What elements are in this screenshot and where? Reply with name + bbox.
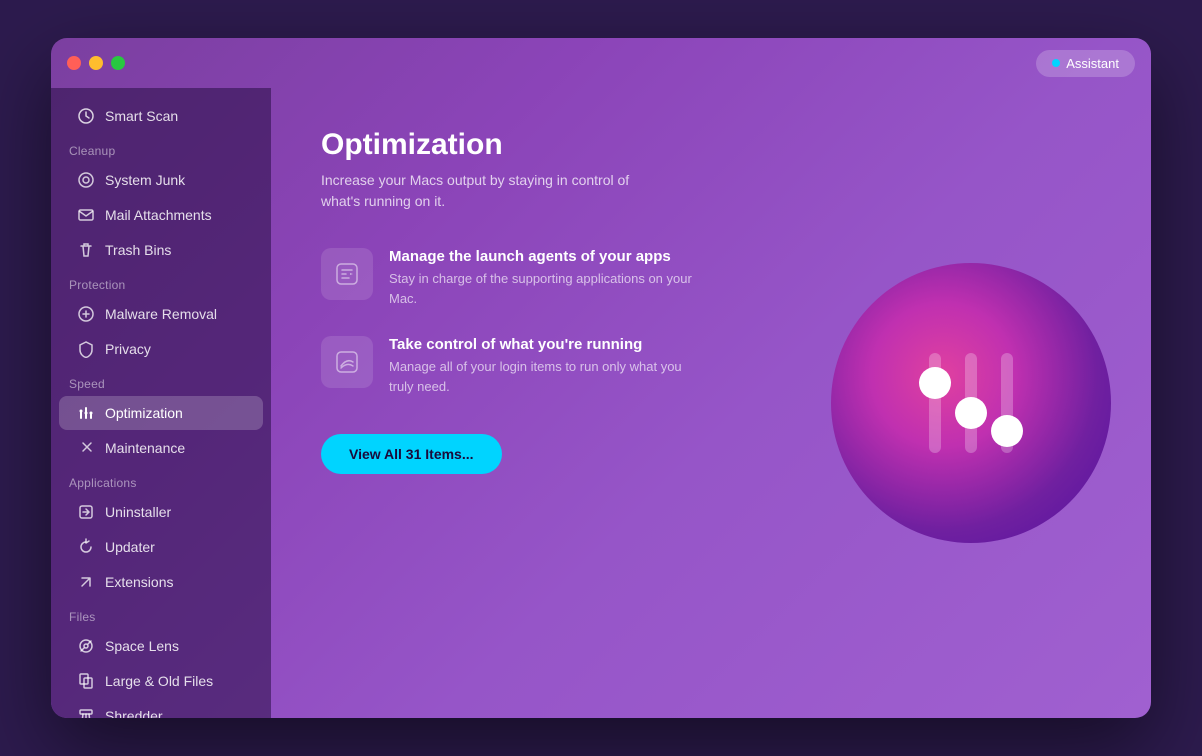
app-window: Assistant Smart Scan Cleanup — [51, 38, 1151, 718]
feature-text-launch-agents: Manage the launch agents of your apps St… — [389, 248, 709, 308]
sidebar-item-label: Malware Removal — [105, 306, 217, 322]
sidebar-item-maintenance[interactable]: Maintenance — [59, 431, 263, 465]
sidebar-item-malware-removal[interactable]: Malware Removal — [59, 297, 263, 331]
mail-icon — [77, 206, 95, 224]
content-area: Smart Scan Cleanup System Junk — [51, 88, 1151, 718]
sidebar-item-label: System Junk — [105, 172, 185, 188]
feature-desc: Manage all of your login items to run on… — [389, 357, 709, 396]
extensions-icon — [77, 573, 95, 591]
sidebar-item-label: Updater — [105, 539, 155, 555]
sidebar-item-label: Trash Bins — [105, 242, 171, 258]
maximize-button[interactable] — [111, 56, 125, 70]
login-items-icon — [321, 336, 373, 388]
large-files-icon — [77, 672, 95, 690]
sidebar-section-files: Files — [51, 600, 271, 628]
minimize-button[interactable] — [89, 56, 103, 70]
sidebar-item-label: Optimization — [105, 405, 183, 421]
sidebar-item-large-old-files[interactable]: Large & Old Files — [59, 664, 263, 698]
sidebar-item-updater[interactable]: Updater — [59, 530, 263, 564]
smart-scan-icon — [77, 107, 95, 125]
assistant-dot-icon — [1052, 59, 1060, 67]
main-content: Optimization Increase your Macs output b… — [271, 88, 1151, 718]
sidebar-item-privacy[interactable]: Privacy — [59, 332, 263, 366]
sidebar-item-label: Space Lens — [105, 638, 179, 654]
sidebar-item-mail-attachments[interactable]: Mail Attachments — [59, 198, 263, 232]
sidebar-item-system-junk[interactable]: System Junk — [59, 163, 263, 197]
page-title: Optimization — [321, 128, 1101, 162]
sidebar-item-label: Large & Old Files — [105, 673, 213, 689]
sidebar-item-label: Shredder — [105, 708, 163, 718]
sidebar-item-shredder[interactable]: Shredder — [59, 699, 263, 718]
updater-icon — [77, 538, 95, 556]
sidebar-item-uninstaller[interactable]: Uninstaller — [59, 495, 263, 529]
sidebar-item-label: Extensions — [105, 574, 173, 590]
sidebar-section-applications: Applications — [51, 466, 271, 494]
sidebar-item-extensions[interactable]: Extensions — [59, 565, 263, 599]
shredder-icon — [77, 707, 95, 718]
optimization-icon — [77, 404, 95, 422]
space-lens-icon — [77, 637, 95, 655]
sidebar-item-label: Smart Scan — [105, 108, 178, 124]
sidebar-section-cleanup: Cleanup — [51, 134, 271, 162]
view-all-button[interactable]: View All 31 Items... — [321, 434, 502, 474]
sidebar-item-label: Privacy — [105, 341, 151, 357]
page-subtitle: Increase your Macs output by staying in … — [321, 170, 661, 212]
system-junk-icon — [77, 171, 95, 189]
traffic-lights — [67, 56, 125, 70]
sidebar-item-label: Maintenance — [105, 440, 185, 456]
sidebar-item-label: Mail Attachments — [105, 207, 212, 223]
sidebar-item-label: Uninstaller — [105, 504, 171, 520]
trash-icon — [77, 241, 95, 259]
sidebar-item-smart-scan[interactable]: Smart Scan — [59, 99, 263, 133]
sidebar-section-protection: Protection — [51, 268, 271, 296]
uninstaller-icon — [77, 503, 95, 521]
launch-agents-icon — [321, 248, 373, 300]
titlebar: Assistant — [51, 38, 1151, 88]
sliders-illustration — [891, 323, 1051, 483]
illustration — [831, 263, 1111, 543]
feature-title: Manage the launch agents of your apps — [389, 248, 709, 265]
sidebar: Smart Scan Cleanup System Junk — [51, 88, 271, 718]
sidebar-section-speed: Speed — [51, 367, 271, 395]
assistant-button[interactable]: Assistant — [1036, 50, 1135, 77]
maintenance-icon — [77, 439, 95, 457]
sidebar-item-optimization[interactable]: Optimization — [59, 396, 263, 430]
sidebar-item-space-lens[interactable]: Space Lens — [59, 629, 263, 663]
illustration-circle — [831, 263, 1111, 543]
feature-desc: Stay in charge of the supporting applica… — [389, 269, 709, 308]
close-button[interactable] — [67, 56, 81, 70]
feature-text-login-items: Take control of what you're running Mana… — [389, 336, 709, 396]
assistant-label: Assistant — [1066, 56, 1119, 71]
malware-icon — [77, 305, 95, 323]
feature-title: Take control of what you're running — [389, 336, 709, 353]
privacy-icon — [77, 340, 95, 358]
sidebar-item-trash-bins[interactable]: Trash Bins — [59, 233, 263, 267]
